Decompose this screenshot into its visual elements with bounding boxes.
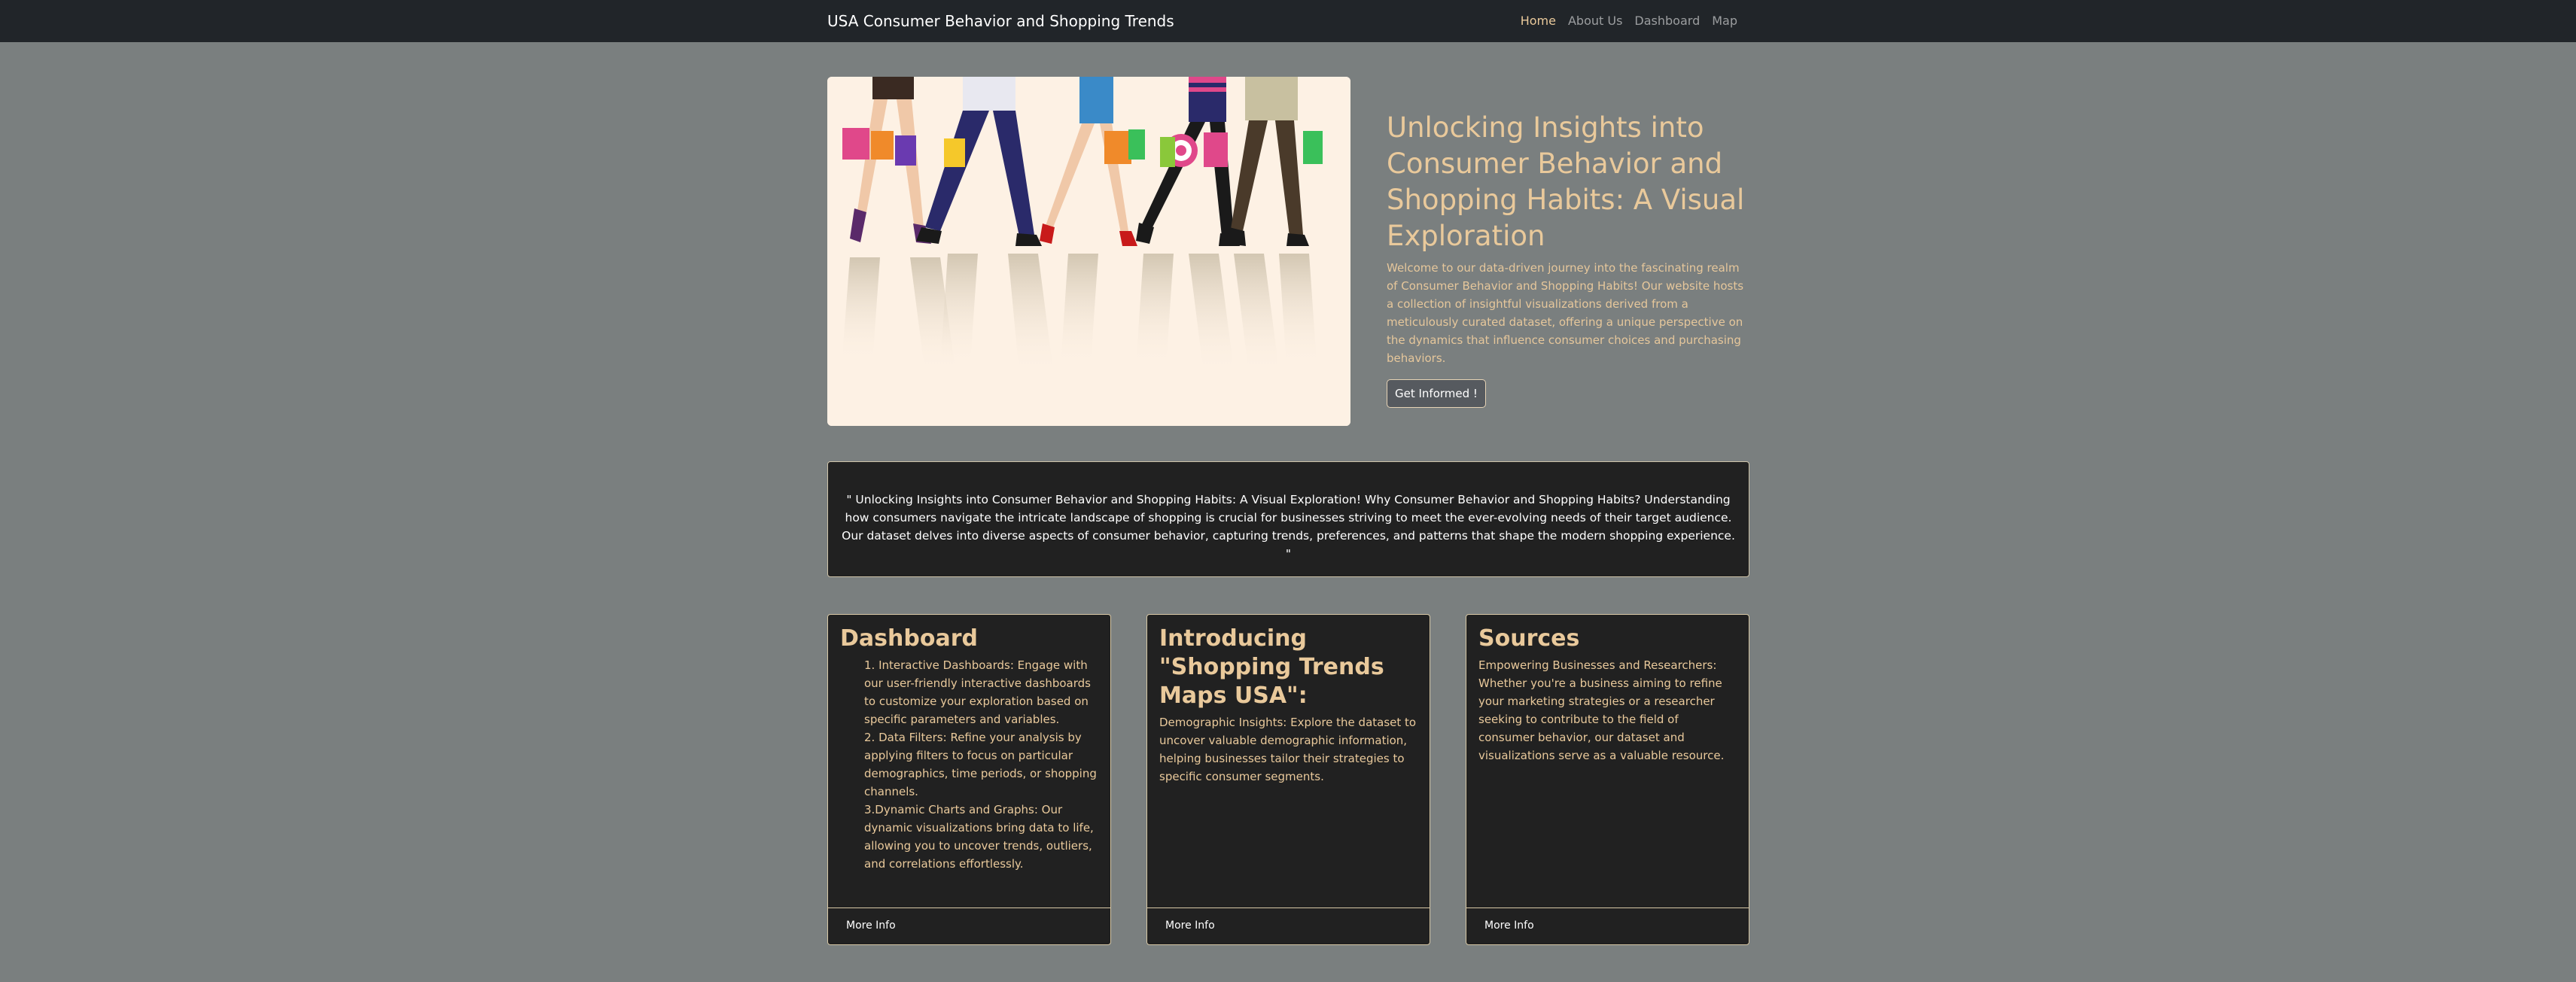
more-info-button[interactable]: More Info (1165, 920, 1215, 932)
hero-lead-paragraph: Welcome to our data-driven journey into … (1387, 261, 1744, 365)
nav-link-about-us[interactable]: About Us (1562, 12, 1628, 30)
top-navbar: USA Consumer Behavior and Shopping Trend… (0, 0, 2576, 42)
card-dashboard: Dashboard 1. Interactive Dashboards: Eng… (827, 614, 1111, 945)
nav-links: Home About Us Dashboard Map (1515, 12, 1743, 30)
card-shopping-trends-maps: Introducing "Shopping Trends Maps USA": … (1146, 614, 1430, 945)
list-item: 3.Dynamic Charts and Graphs: Our dynamic… (864, 803, 1094, 871)
nav-link-dashboard[interactable]: Dashboard (1628, 12, 1706, 30)
feature-list: 1. Interactive Dashboards: Engage with o… (840, 656, 1098, 873)
list-item: 1. Interactive Dashboards: Engage with o… (864, 658, 1091, 726)
list-item: 2. Data Filters: Refine your analysis by… (864, 731, 1097, 798)
navbar-brand[interactable]: USA Consumer Behavior and Shopping Trend… (827, 11, 1174, 32)
more-info-button[interactable]: More Info (1484, 920, 1534, 932)
hero-title: Unlocking Insights into Consumer Behavio… (1387, 111, 1745, 252)
quote-text: " Unlocking Insights into Consumer Behav… (842, 493, 1735, 561)
hero-text-block: Unlocking Insights into Consumer Behavio… (1387, 110, 1752, 408)
card-sources: Sources Empowering Businesses and Resear… (1466, 614, 1749, 945)
card-text: Demographic Insights: Explore the datase… (1159, 716, 1417, 783)
card-body: Introducing "Shopping Trends Maps USA": … (1147, 615, 1430, 786)
card-footer: More Info (828, 908, 1110, 944)
hero-image (827, 77, 1350, 426)
card-footer: More Info (1466, 908, 1749, 944)
card-footer: More Info (1147, 908, 1430, 944)
card-text: Empowering Businesses and Researchers: W… (1478, 658, 1725, 762)
card-title: Introducing "Shopping Trends Maps USA": (1159, 625, 1384, 709)
shoppers-illustration (827, 77, 1350, 426)
get-informed-button[interactable]: Get Informed ! (1387, 379, 1486, 408)
card-title: Sources (1478, 625, 1580, 652)
card-body: Dashboard 1. Interactive Dashboards: Eng… (828, 615, 1110, 873)
nav-link-home[interactable]: Home (1515, 12, 1562, 30)
more-info-button[interactable]: More Info (846, 920, 896, 932)
quote-box: " Unlocking Insights into Consumer Behav… (827, 461, 1749, 577)
card-title: Dashboard (840, 625, 978, 652)
card-body: Sources Empowering Businesses and Resear… (1466, 615, 1749, 765)
nav-link-map[interactable]: Map (1706, 12, 1743, 30)
